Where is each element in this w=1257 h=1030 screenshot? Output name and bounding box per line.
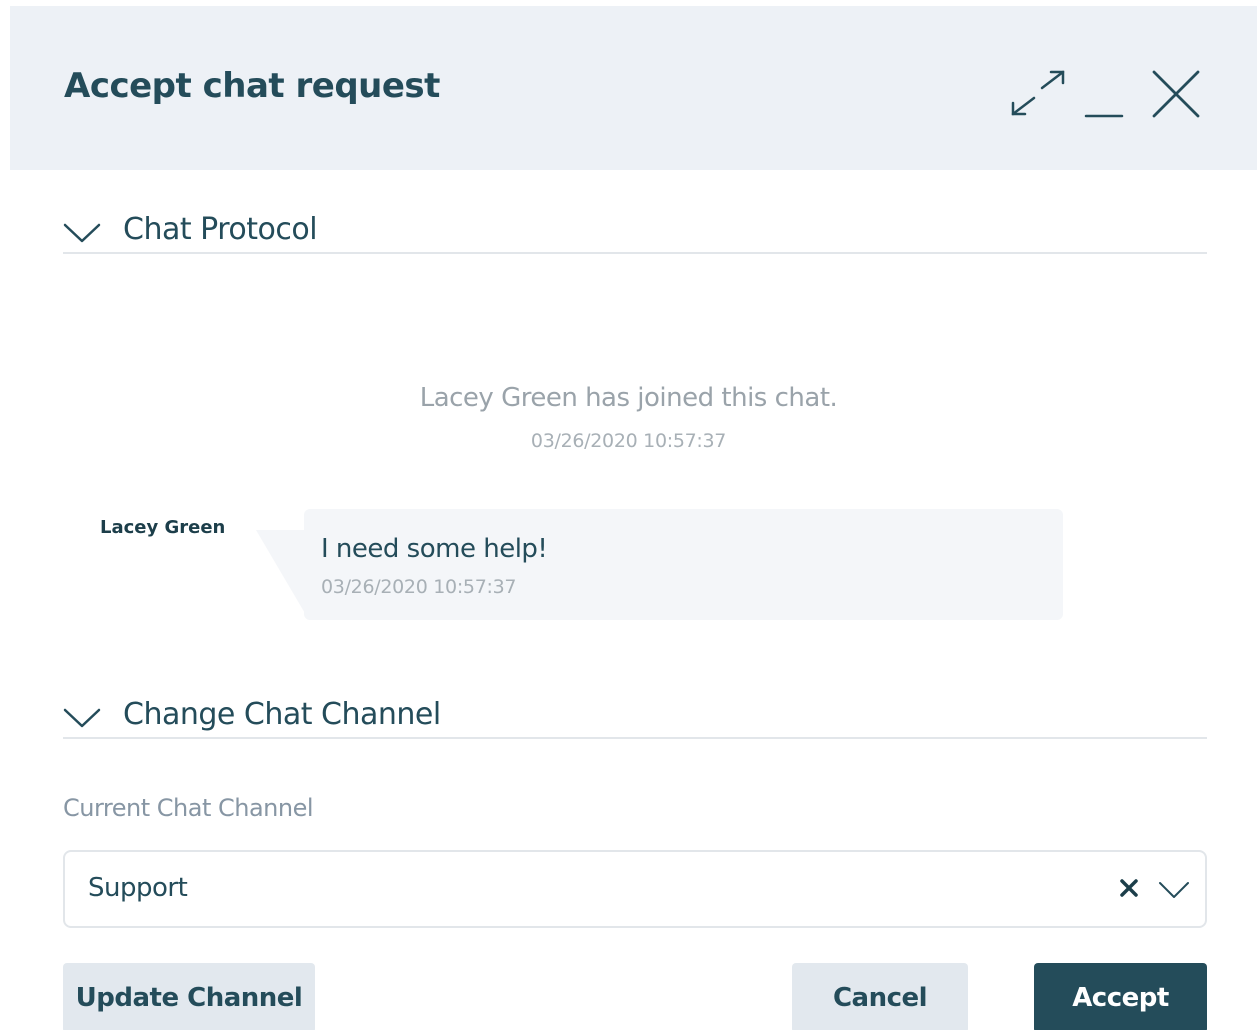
section-label: Change Chat Channel — [123, 697, 441, 732]
message-timestamp: 03/26/2020 10:57:37 — [321, 576, 517, 598]
clear-icon[interactable] — [1118, 877, 1140, 903]
system-message: Lacey Green has joined this chat. — [419, 383, 838, 413]
message-text: I need some help! — [321, 534, 548, 564]
dialog-title: Accept chat request — [64, 66, 440, 106]
system-message-timestamp: 03/26/2020 10:57:37 — [530, 430, 727, 452]
message-sender: Lacey Green — [100, 517, 226, 538]
current-chat-channel-label: Current Chat Channel — [63, 794, 314, 822]
chevron-down-icon — [63, 707, 101, 733]
accept-button[interactable]: Accept — [1034, 963, 1207, 1030]
chevron-down-icon[interactable] — [1158, 880, 1190, 904]
selected-channel-value: Support — [88, 873, 188, 903]
section-label: Chat Protocol — [123, 212, 318, 247]
section-change-chat-channel[interactable]: Change Chat Channel — [63, 697, 1207, 739]
bubble-tail — [256, 530, 306, 615]
expand-icon[interactable] — [1008, 68, 1068, 120]
chat-message-bubble: I need some help! 03/26/2020 10:57:37 — [304, 509, 1063, 620]
minimize-icon[interactable] — [1084, 72, 1124, 120]
update-channel-button[interactable]: Update Channel — [63, 963, 315, 1030]
section-chat-protocol[interactable]: Chat Protocol — [63, 212, 1207, 254]
close-icon[interactable] — [1150, 68, 1202, 120]
cancel-button[interactable]: Cancel — [792, 963, 968, 1030]
chevron-down-icon — [63, 222, 101, 248]
chat-channel-select[interactable]: Support — [63, 850, 1207, 928]
dialog-header: Accept chat request — [10, 6, 1257, 170]
